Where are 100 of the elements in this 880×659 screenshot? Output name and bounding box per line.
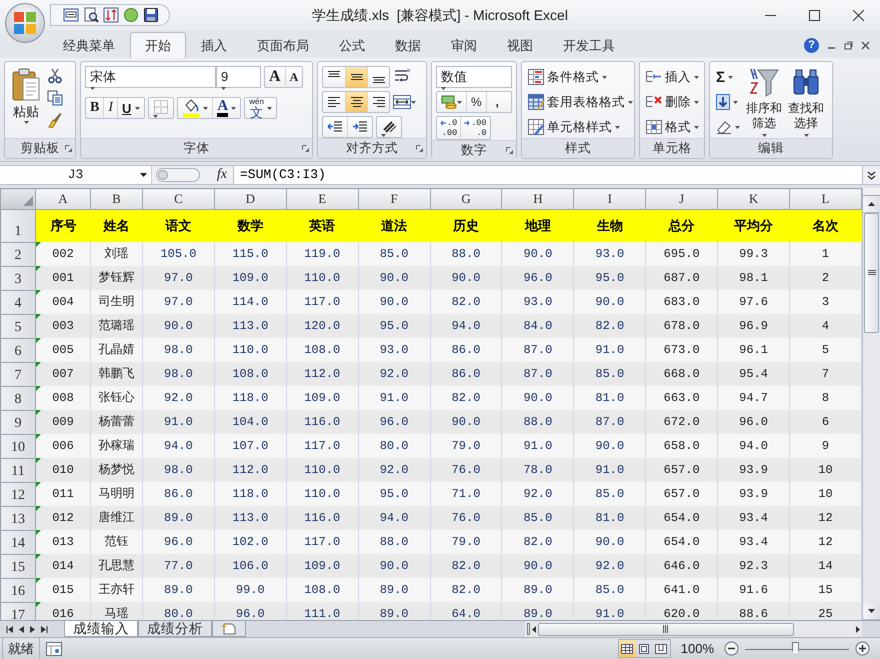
- next-sheet-icon[interactable]: [30, 626, 35, 632]
- ribbon-tab[interactable]: 数据: [380, 32, 436, 58]
- circle-icon[interactable]: [123, 7, 139, 23]
- font-color-button[interactable]: A: [212, 98, 240, 118]
- scroll-down-button[interactable]: [863, 603, 880, 620]
- restore-icon[interactable]: [844, 41, 853, 50]
- resize-handle-icon[interactable]: [156, 168, 200, 182]
- print-preview-icon[interactable]: [83, 7, 99, 23]
- zoom-out-icon[interactable]: [724, 641, 739, 656]
- sheet-tab[interactable]: 成绩输入: [64, 621, 138, 637]
- zoom-in-icon[interactable]: [855, 641, 870, 656]
- row-header[interactable]: 6: [0, 338, 36, 362]
- dialog-launcher-icon[interactable]: [506, 147, 513, 154]
- dialog-launcher-icon[interactable]: [302, 145, 309, 152]
- scroll-left-button[interactable]: [532, 626, 536, 632]
- previous-sheet-icon[interactable]: [19, 626, 24, 632]
- italic-button[interactable]: I: [103, 98, 118, 118]
- ribbon-tab[interactable]: 视图: [492, 32, 548, 58]
- styles-menu-button[interactable]: 单元格样式: [526, 116, 635, 138]
- scroll-up-button[interactable]: [863, 196, 880, 213]
- row-header[interactable]: 12: [0, 482, 36, 506]
- cells-menu-button[interactable]: 格式: [644, 116, 701, 138]
- column-header[interactable]: I: [574, 188, 646, 209]
- dialog-launcher-icon[interactable]: [416, 145, 423, 152]
- column-header[interactable]: E: [286, 188, 358, 209]
- ribbon-tab[interactable]: 开发工具: [548, 32, 630, 58]
- column-header[interactable]: H: [502, 188, 574, 209]
- vertical-scrollbar[interactable]: [862, 188, 880, 620]
- insert-function-button[interactable]: fx: [216, 168, 227, 182]
- copy-icon[interactable]: [47, 90, 63, 106]
- dialog-launcher-icon[interactable]: [65, 145, 72, 152]
- ribbon-tab[interactable]: 审阅: [436, 32, 492, 58]
- vertical-align-button[interactable]: [345, 67, 367, 87]
- percent-button[interactable]: %: [466, 92, 486, 112]
- orientation-button[interactable]: [376, 116, 402, 138]
- slider-thumb[interactable]: [792, 642, 799, 654]
- ribbon-tab[interactable]: 开始: [130, 32, 186, 58]
- borders-button[interactable]: [148, 97, 174, 119]
- font-name-dropdown[interactable]: 宋体: [85, 66, 216, 88]
- column-header[interactable]: K: [718, 188, 790, 209]
- column-header[interactable]: C: [142, 188, 214, 209]
- row-header[interactable]: 1: [0, 209, 36, 242]
- cells-menu-button[interactable]: 插入: [644, 66, 701, 88]
- help-button[interactable]: ?: [804, 38, 819, 53]
- find-select-button[interactable]: 查找和选择: [786, 66, 826, 138]
- horizontal-align-button[interactable]: [345, 92, 367, 112]
- column-header[interactable]: B: [90, 188, 142, 209]
- caret-icon[interactable]: [140, 173, 147, 177]
- row-header[interactable]: 3: [0, 266, 36, 290]
- ribbon-tab[interactable]: 公式: [324, 32, 380, 58]
- underline-button[interactable]: U: [117, 98, 144, 118]
- scissors-icon[interactable]: [47, 68, 63, 84]
- row-header[interactable]: 7: [0, 362, 36, 386]
- row-header[interactable]: 14: [0, 530, 36, 554]
- column-header[interactable]: J: [646, 188, 718, 209]
- ribbon-tab[interactable]: 经典菜单: [48, 32, 130, 58]
- row-header[interactable]: 15: [0, 554, 36, 578]
- name-box[interactable]: J3: [0, 166, 152, 184]
- decrease-decimal-button[interactable]: .00 .0: [460, 117, 490, 139]
- view-button[interactable]: [618, 640, 636, 657]
- paste-button[interactable]: 粘贴: [9, 66, 43, 138]
- row-header[interactable]: 17: [0, 602, 36, 620]
- column-header[interactable]: A: [36, 188, 90, 209]
- sort-icon[interactable]: [103, 7, 119, 23]
- scroll-right-button[interactable]: [856, 626, 860, 632]
- expand-button[interactable]: [862, 166, 880, 184]
- grow-font-button[interactable]: A: [265, 67, 285, 87]
- split-handle[interactable]: [863, 188, 880, 196]
- row-header[interactable]: 9: [0, 410, 36, 434]
- column-header[interactable]: G: [430, 188, 502, 209]
- row-header[interactable]: 8: [0, 386, 36, 410]
- comma-button[interactable]: ,: [486, 92, 508, 112]
- column-header[interactable]: F: [358, 188, 430, 209]
- sort-filter-button[interactable]: 排序和筛选: [744, 66, 784, 138]
- styles-menu-button[interactable]: 套用表格格式: [526, 91, 635, 113]
- column-header[interactable]: D: [214, 188, 286, 209]
- brush-icon[interactable]: [47, 112, 63, 128]
- sheet-tab[interactable]: 成绩分析: [138, 621, 212, 637]
- autosum-button[interactable]: Σ: [714, 66, 742, 88]
- column-header[interactable]: L: [790, 188, 862, 209]
- last-sheet-icon[interactable]: [41, 626, 48, 632]
- increase-decimal-button[interactable]: .0 .00: [437, 117, 460, 139]
- font-size-dropdown[interactable]: 9: [216, 66, 261, 88]
- shrink-font-button[interactable]: A: [284, 67, 302, 87]
- form-icon[interactable]: [63, 7, 79, 23]
- horizontal-scrollbar[interactable]: [525, 621, 862, 637]
- row-header[interactable]: 2: [0, 242, 36, 266]
- ribbon-tab[interactable]: 页面布局: [242, 32, 324, 58]
- row-header[interactable]: 16: [0, 578, 36, 602]
- bold-button[interactable]: B: [86, 98, 104, 118]
- row-header[interactable]: 13: [0, 506, 36, 530]
- split-handle-icon[interactable]: [527, 623, 530, 635]
- first-sheet-icon[interactable]: [6, 626, 13, 632]
- number-format-dropdown[interactable]: 数值: [436, 66, 512, 88]
- formula-field[interactable]: =SUM(C3:I3): [234, 166, 862, 184]
- save-icon[interactable]: [143, 7, 159, 23]
- insert-sheet-button[interactable]: [212, 621, 246, 637]
- office-button[interactable]: [5, 3, 45, 43]
- row-header[interactable]: 11: [0, 458, 36, 482]
- ribbon-tab[interactable]: 插入: [186, 32, 242, 58]
